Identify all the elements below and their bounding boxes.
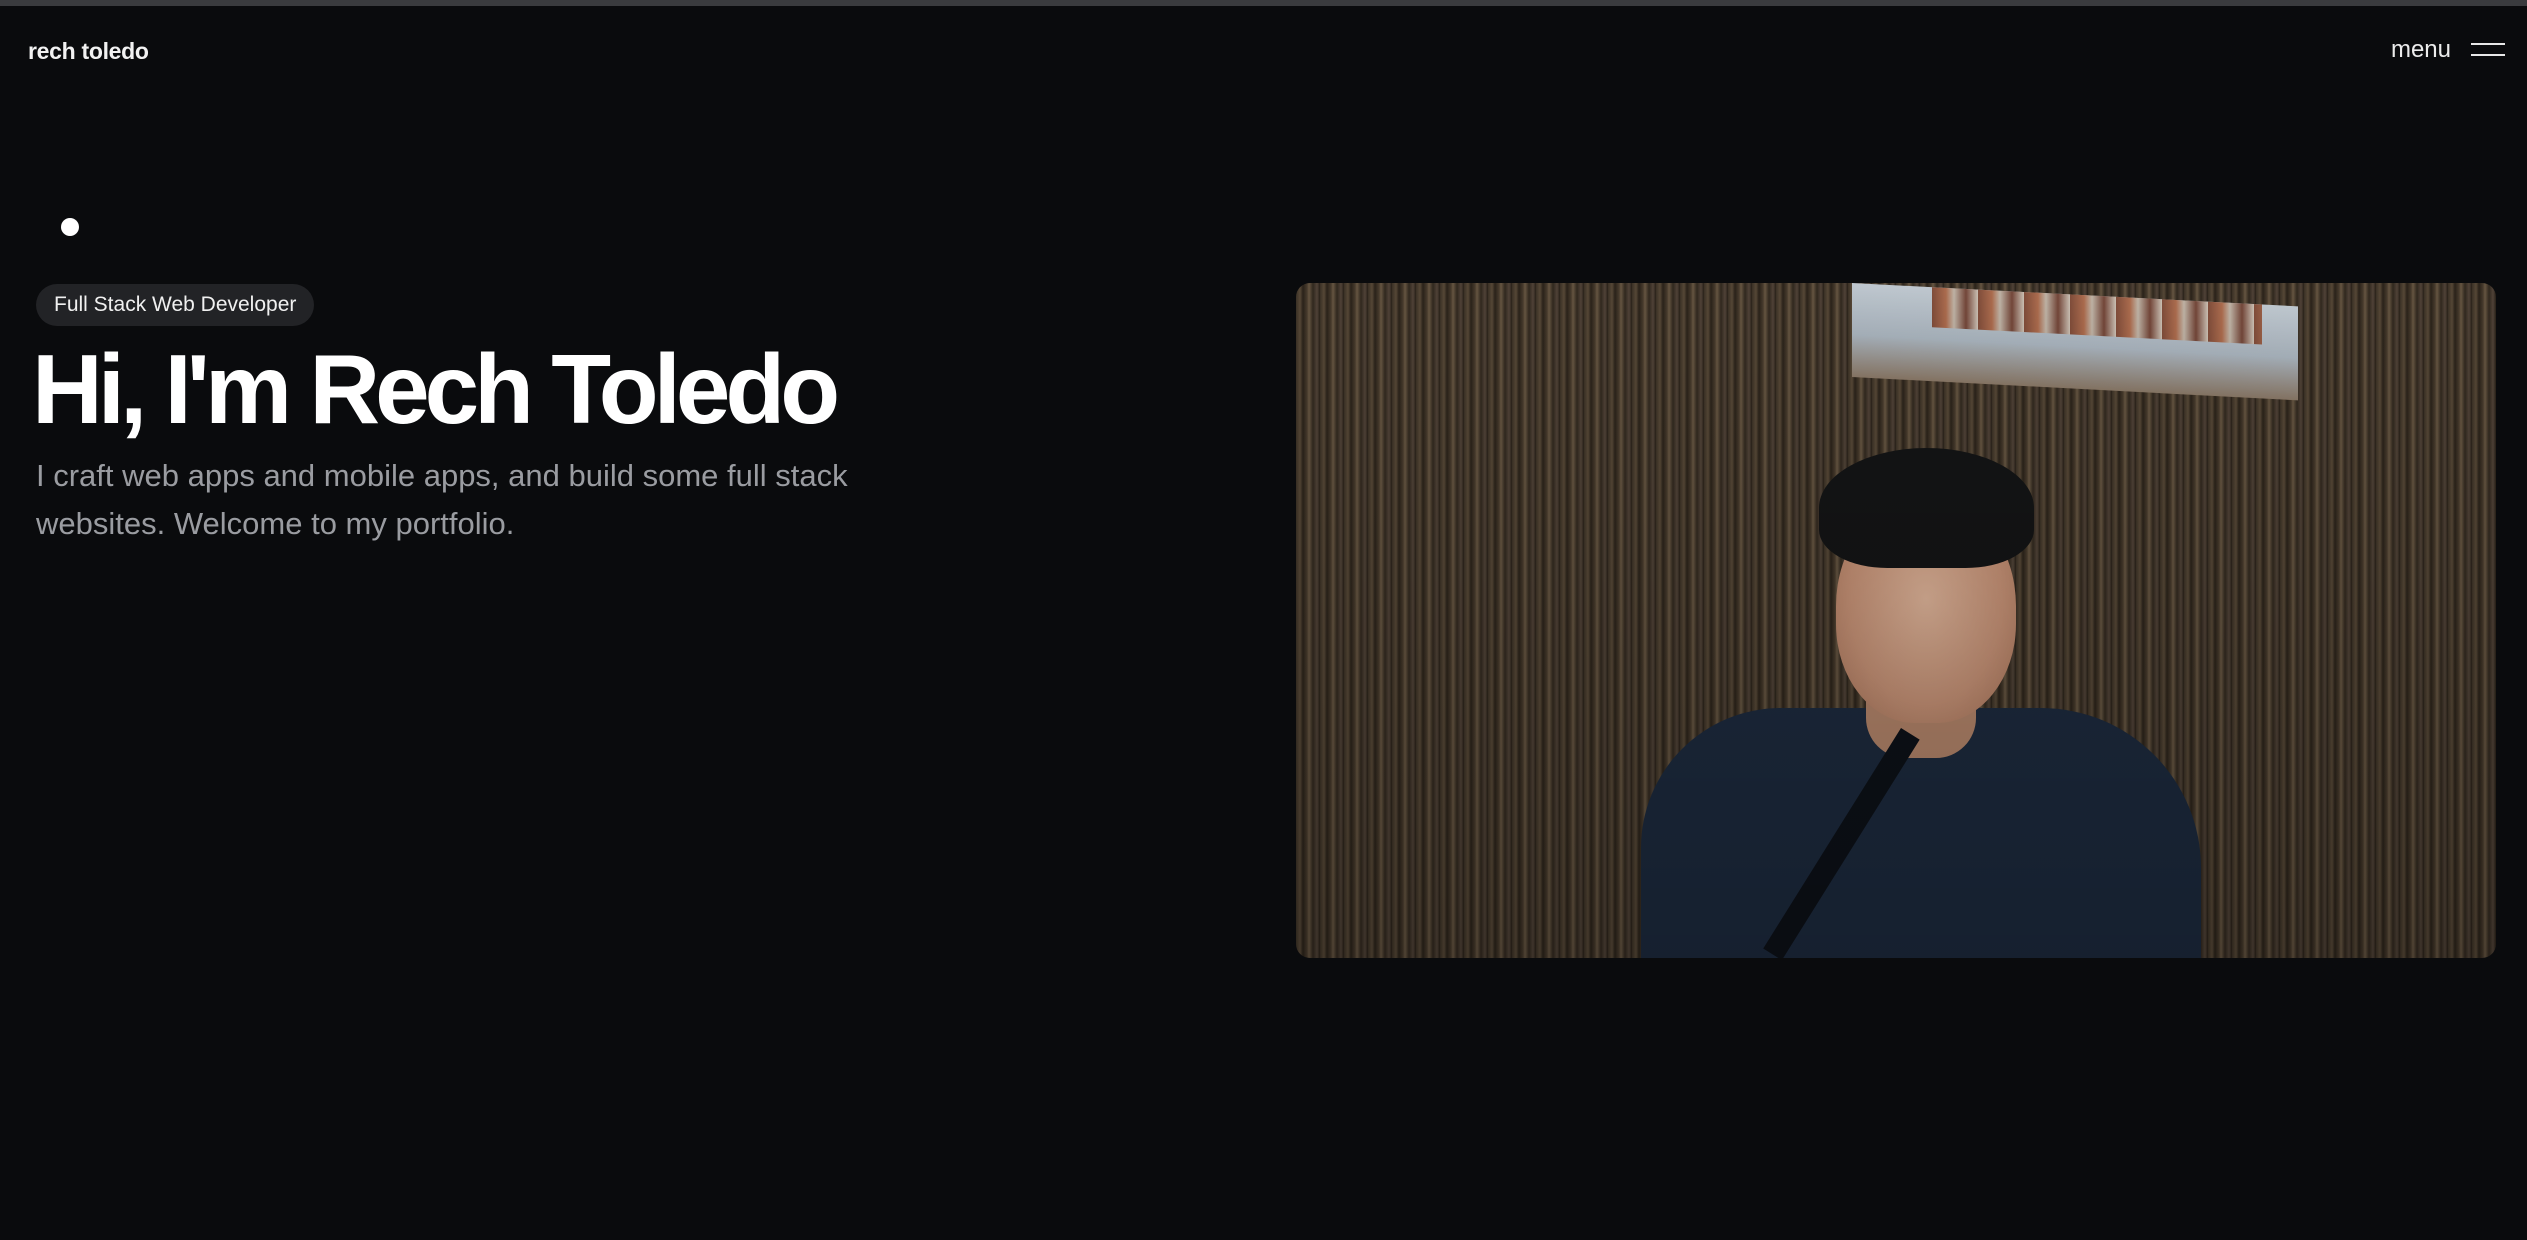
profile-photo	[1296, 283, 2496, 958]
menu-label: menu	[2390, 36, 2451, 63]
menu-button[interactable]: menu	[2391, 36, 2505, 64]
browser-top-border	[0, 0, 2527, 6]
site-logo[interactable]: rech toledo	[28, 38, 149, 65]
hero-subtitle: I craft web apps and mobile apps, and bu…	[36, 458, 848, 541]
role-badge: Full Stack Web Developer	[36, 284, 315, 326]
hero-title: Hi, I'm Rech Toledo	[32, 334, 840, 444]
cursor-dot	[61, 218, 79, 236]
hamburger-icon	[2471, 43, 2505, 57]
